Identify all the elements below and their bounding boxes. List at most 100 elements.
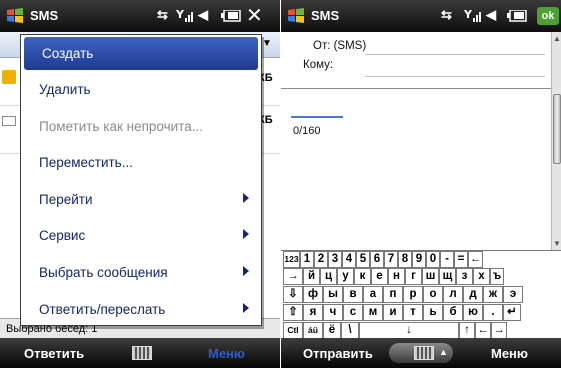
key-н[interactable]: н bbox=[388, 268, 405, 285]
menu-item-reply-forward[interactable]: Ответить/переслать bbox=[21, 293, 261, 326]
chevron-down-icon[interactable]: ▼ bbox=[262, 38, 272, 49]
key-7[interactable]: 7 bbox=[384, 251, 398, 268]
key-р[interactable]: р bbox=[403, 286, 423, 303]
menu-item-create[interactable]: Создать bbox=[24, 37, 258, 70]
key-123[interactable]: 123 bbox=[283, 251, 300, 268]
send-softkey[interactable]: Отправить bbox=[303, 346, 373, 361]
status-bar: SMS ⇆ Y ◀ ok bbox=[281, 0, 561, 32]
divider bbox=[281, 88, 551, 89]
key-4[interactable]: 4 bbox=[342, 251, 356, 268]
key-ж[interactable]: ж bbox=[483, 286, 503, 303]
scroll-down-icon[interactable]: ▼ bbox=[553, 239, 561, 248]
key-и[interactable]: и bbox=[383, 304, 403, 321]
key-ц[interactable]: ц bbox=[320, 268, 337, 285]
signal-icon: Y bbox=[464, 8, 481, 22]
key-5[interactable]: 5 bbox=[356, 251, 370, 268]
key-↵[interactable]: ↵ bbox=[503, 304, 521, 321]
key-п[interactable]: п bbox=[383, 286, 403, 303]
start-menu-icon[interactable] bbox=[6, 8, 24, 24]
context-menu: Создать Удалить Пометить как непрочита..… bbox=[20, 34, 262, 326]
key-ю[interactable]: ю bbox=[463, 304, 483, 321]
key-х[interactable]: х bbox=[473, 268, 490, 285]
ok-button[interactable]: ok bbox=[537, 7, 559, 25]
key-↑[interactable]: ↑ bbox=[459, 322, 475, 339]
submenu-arrow-icon bbox=[243, 303, 249, 313]
key-ъ[interactable]: ъ bbox=[490, 268, 504, 285]
submenu-arrow-icon bbox=[243, 193, 249, 203]
battery-icon bbox=[507, 10, 527, 22]
key-я[interactable]: я bbox=[303, 304, 323, 321]
key-6[interactable]: 6 bbox=[370, 251, 384, 268]
key-backslash[interactable]: \ bbox=[341, 322, 359, 339]
chevron-up-icon[interactable]: ▲ bbox=[439, 347, 448, 357]
key-к[interactable]: к bbox=[354, 268, 371, 285]
key-ё[interactable]: ё bbox=[323, 322, 341, 339]
key-0[interactable]: 0 bbox=[426, 251, 440, 268]
key-8[interactable]: 8 bbox=[398, 251, 412, 268]
key-2[interactable]: 2 bbox=[314, 251, 328, 268]
key-⇩[interactable]: ⇩ bbox=[283, 286, 303, 303]
key-.[interactable]: . bbox=[483, 304, 503, 321]
menu-item-tools[interactable]: Сервис bbox=[21, 219, 261, 252]
menu-item-label: Ответить/переслать bbox=[39, 302, 166, 317]
key-↓[interactable]: ↓ bbox=[359, 322, 459, 339]
key-ф[interactable]: ф bbox=[303, 286, 323, 303]
key-м[interactable]: м bbox=[363, 304, 383, 321]
key-л[interactable]: л bbox=[443, 286, 463, 303]
keyboard-row: ⇩ ф ы в а п р о л д ж э bbox=[281, 286, 561, 303]
key-й[interactable]: й bbox=[303, 268, 320, 285]
key-ш[interactable]: ш bbox=[422, 268, 439, 285]
key-1[interactable]: 1 bbox=[300, 251, 314, 268]
key-9[interactable]: 9 bbox=[412, 251, 426, 268]
key-ь[interactable]: ь bbox=[423, 304, 443, 321]
message-icon bbox=[2, 70, 16, 84]
key-в[interactable]: в bbox=[343, 286, 363, 303]
scroll-thumb[interactable] bbox=[553, 94, 561, 164]
key-б[interactable]: б bbox=[443, 304, 463, 321]
key-г[interactable]: г bbox=[405, 268, 422, 285]
start-menu-icon[interactable] bbox=[287, 8, 305, 24]
key-с[interactable]: с bbox=[343, 304, 363, 321]
key-ч[interactable]: ч bbox=[323, 304, 343, 321]
menu-item-delete[interactable]: Удалить bbox=[21, 73, 261, 106]
key-ы[interactable]: ы bbox=[323, 286, 343, 303]
key-→[interactable]: → bbox=[491, 322, 507, 339]
key-а[interactable]: а bbox=[363, 286, 383, 303]
close-icon[interactable]: ✕ bbox=[246, 3, 263, 28]
menu-item-mark-unread: Пометить как непрочита... bbox=[21, 110, 261, 143]
key-о[interactable]: о bbox=[423, 286, 443, 303]
from-field-underline bbox=[365, 54, 545, 55]
menu-item-label: Перейти bbox=[39, 192, 93, 207]
keyboard-icon[interactable] bbox=[414, 346, 434, 360]
reply-softkey[interactable]: Ответить bbox=[24, 346, 84, 361]
keyboard-row: → й ц у к е н г ш щ з х ъ bbox=[281, 268, 561, 285]
menu-softkey[interactable]: Меню bbox=[208, 346, 245, 361]
key-Ctl[interactable]: Ctl bbox=[283, 322, 303, 339]
key--[interactable]: - bbox=[440, 251, 454, 268]
from-field[interactable]: От: (SMS) bbox=[313, 40, 366, 52]
keyboard-icon[interactable] bbox=[132, 346, 152, 360]
app-title: SMS bbox=[30, 8, 59, 23]
key-е[interactable]: е bbox=[371, 268, 388, 285]
key-áü[interactable]: áü bbox=[303, 322, 323, 339]
key-т[interactable]: т bbox=[403, 304, 423, 321]
key-д[interactable]: д bbox=[463, 286, 483, 303]
key-=[interactable]: = bbox=[454, 251, 468, 268]
key-э[interactable]: э bbox=[503, 286, 523, 303]
menu-item-move[interactable]: Переместить... bbox=[21, 146, 261, 179]
key-←[interactable]: ← bbox=[475, 322, 491, 339]
key-з[interactable]: з bbox=[456, 268, 473, 285]
scroll-up-icon[interactable]: ▲ bbox=[553, 34, 561, 43]
key-→[interactable]: → bbox=[283, 268, 303, 285]
message-body-input[interactable] bbox=[281, 90, 551, 250]
key-щ[interactable]: щ bbox=[439, 268, 456, 285]
to-field[interactable] bbox=[365, 76, 545, 77]
scrollbar[interactable]: ▲ ▼ bbox=[551, 32, 561, 250]
key-у[interactable]: у bbox=[337, 268, 354, 285]
key-⇧[interactable]: ⇧ bbox=[283, 304, 303, 321]
menu-softkey[interactable]: Меню bbox=[491, 346, 528, 361]
key-←[interactable]: ← bbox=[468, 251, 483, 268]
menu-item-select-messages[interactable]: Выбрать сообщения bbox=[21, 256, 261, 289]
menu-item-goto[interactable]: Перейти bbox=[21, 183, 261, 216]
key-3[interactable]: 3 bbox=[328, 251, 342, 268]
